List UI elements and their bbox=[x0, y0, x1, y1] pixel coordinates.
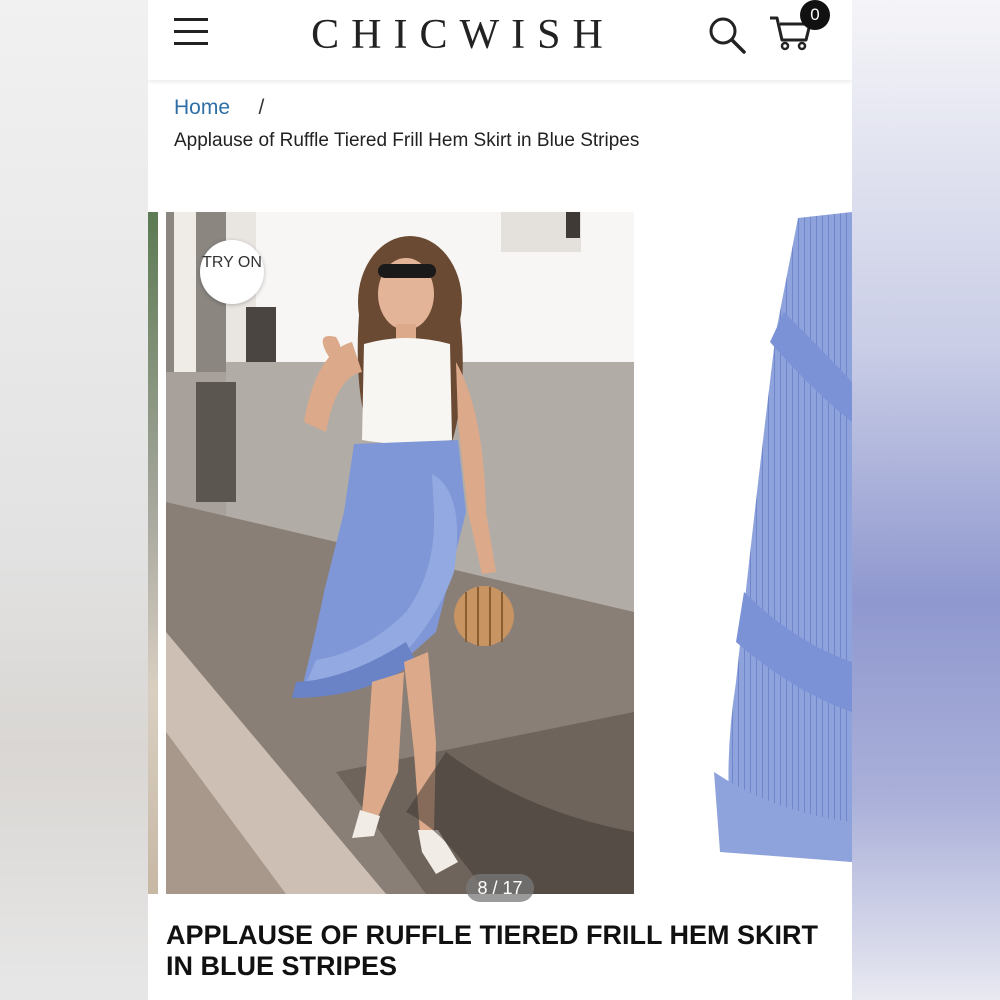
background-left bbox=[0, 0, 148, 1000]
breadcrumb-current: Applause of Ruffle Tiered Frill Hem Skir… bbox=[174, 130, 640, 151]
next-slide-image[interactable] bbox=[714, 212, 852, 862]
image-counter: 8 / 17 bbox=[466, 874, 534, 902]
site-header: CHICWISH 0 bbox=[148, 0, 852, 80]
background-right bbox=[852, 0, 1000, 1000]
hamburger-menu-icon[interactable] bbox=[174, 18, 208, 48]
breadcrumb: Home / Applause of Ruffle Tiered Frill H… bbox=[174, 96, 834, 154]
model-photo-illustration bbox=[166, 212, 634, 894]
product-title: APPLAUSE OF RUFFLE TIERED FRILL HEM SKIR… bbox=[166, 920, 819, 981]
skirt-flatlay-illustration bbox=[714, 212, 852, 862]
cart-count-badge[interactable]: 0 bbox=[800, 0, 830, 30]
mobile-page: CHICWISH 0 Home / Applause of Ruffle Tie… bbox=[148, 0, 852, 1000]
product-photo-model[interactable]: TRY ON bbox=[166, 212, 634, 894]
product-image-gallery[interactable]: TRY ON 8 / 17 bbox=[148, 212, 852, 902]
breadcrumb-separator: / bbox=[258, 96, 265, 119]
site-logo[interactable]: CHICWISH bbox=[288, 10, 638, 60]
previous-slide-image[interactable] bbox=[148, 212, 158, 894]
search-icon[interactable] bbox=[706, 14, 748, 56]
try-on-button[interactable]: TRY ON bbox=[200, 240, 264, 304]
breadcrumb-home-link[interactable]: Home bbox=[174, 96, 230, 119]
